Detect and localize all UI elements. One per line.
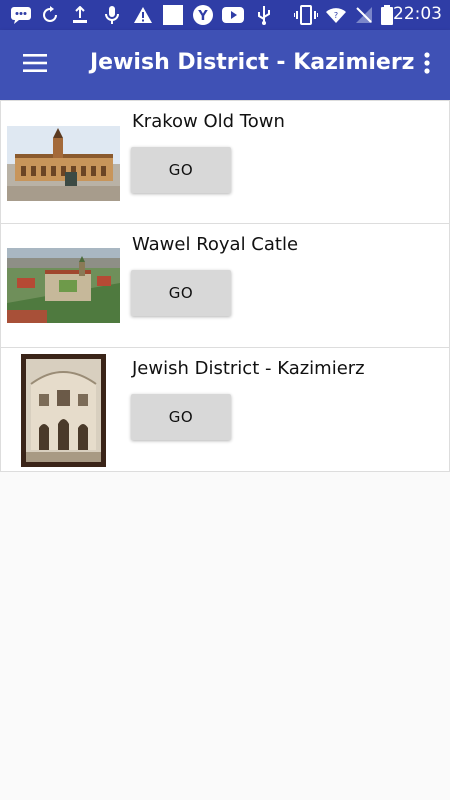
vibrate-icon	[294, 5, 318, 25]
yandex-icon: Y	[192, 5, 214, 25]
go-button[interactable]: GO	[131, 147, 231, 193]
overflow-menu-button[interactable]	[410, 42, 444, 88]
svg-text:?: ?	[334, 11, 338, 20]
more-vert-icon	[424, 52, 430, 78]
go-button[interactable]: GO	[131, 270, 231, 316]
svg-text:Y: Y	[197, 9, 208, 24]
mic-icon	[102, 5, 122, 25]
places-list: Krakow Old Town GO Wawel Royal Catle GO	[0, 100, 450, 472]
warning-icon	[132, 5, 154, 25]
upload-icon	[70, 5, 90, 25]
sync-icon	[40, 5, 60, 25]
place-title: Wawel Royal Catle	[132, 234, 299, 255]
place-title: Krakow Old Town	[132, 111, 285, 132]
chat-icon	[10, 5, 32, 25]
status-bar: Y ? 22:03	[0, 0, 450, 30]
wifi-icon: ?	[324, 5, 348, 25]
go-button[interactable]: GO	[131, 394, 231, 440]
clock: 22:03	[393, 4, 442, 24]
synagogue-photo	[21, 354, 106, 467]
wawel-castle-photo	[7, 248, 120, 323]
usb-icon	[254, 5, 274, 25]
no-signal-icon	[354, 5, 374, 25]
page-title: Jewish District - Kazimierz	[90, 50, 415, 75]
list-item: Jewish District - Kazimierz GO	[0, 348, 450, 472]
youtube-icon	[222, 5, 244, 25]
menu-button[interactable]	[12, 42, 58, 88]
list-item: Wawel Royal Catle GO	[0, 224, 450, 348]
place-title: Jewish District - Kazimierz	[132, 358, 365, 379]
cloth-hall-photo	[7, 126, 120, 201]
hamburger-menu-icon	[23, 54, 47, 76]
blank-app-icon	[162, 5, 184, 25]
list-item: Krakow Old Town GO	[0, 100, 450, 224]
app-bar: Jewish District - Kazimierz	[0, 30, 450, 100]
battery-icon	[380, 5, 394, 25]
